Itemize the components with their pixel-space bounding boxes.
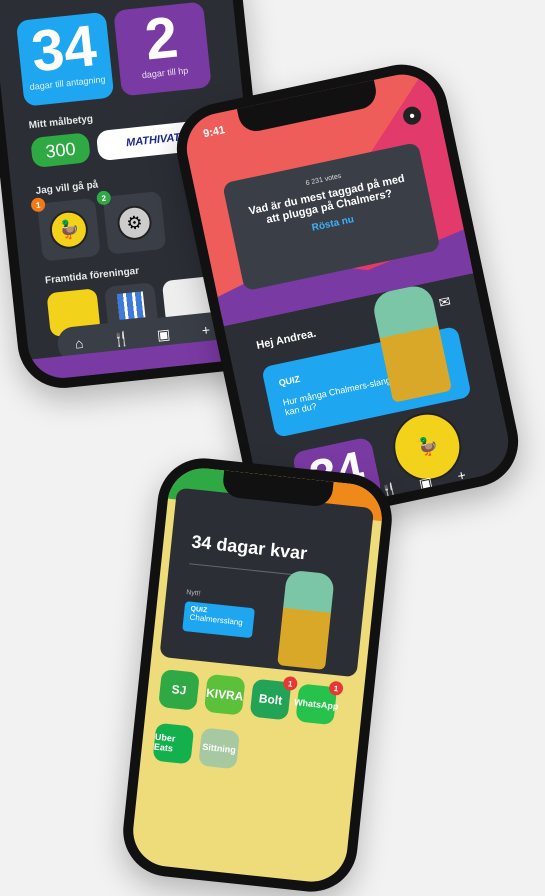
days-to-admission-number: 34	[28, 13, 100, 85]
home-icon[interactable]: ⌂	[63, 334, 95, 353]
greeting: Hej Andrea.	[255, 327, 318, 352]
days-to-hp-number: 2	[141, 4, 181, 73]
goal-grade-label: Mitt målbetyg	[28, 113, 94, 132]
calendar-icon-2[interactable]: ▣	[409, 471, 442, 494]
goal-grade-tile[interactable]: 300	[30, 132, 91, 169]
grid-logo-icon	[116, 291, 146, 320]
mail-icon[interactable]: ✉	[437, 293, 452, 312]
app-badge: 1	[328, 680, 344, 696]
new-label: Nytt!	[185, 589, 201, 598]
app-icon-uber-eats[interactable]: Uber Eats	[152, 722, 195, 765]
phone-bottom-screen: 34 dagar kvar Nytt! QUIZ Chalmersslang S…	[129, 464, 386, 886]
countdown-title: 34 dagar kvar	[190, 531, 309, 564]
goal-grade-value: 300	[44, 138, 77, 162]
going-label: Jag vill gå på	[35, 179, 99, 197]
quiz-tag: QUIZ	[277, 373, 301, 389]
app-icon-sittning[interactable]: Sittning	[198, 727, 241, 770]
school-logo-icon: 🦆	[48, 208, 90, 251]
countdown-card[interactable]: 34 dagar kvar Nytt! QUIZ Chalmersslang	[159, 487, 375, 678]
quiz-chip[interactable]: QUIZ Chalmersslang	[182, 601, 255, 639]
phone-right-screen: 9:41 ● 6 231 votes Vad är du mest taggad…	[180, 67, 515, 523]
shield-logo-icon: ⚙	[115, 204, 154, 242]
food-icon[interactable]: 🍴	[106, 329, 138, 349]
days-to-admission-tile[interactable]: 34 dagar till antagning	[15, 11, 115, 107]
app-icon-sj[interactable]: SJ	[158, 668, 200, 711]
app-badge: 1	[282, 675, 298, 692]
plus-icon-2[interactable]: +	[445, 464, 478, 486]
school-card-2[interactable]: ⚙	[102, 190, 167, 255]
school-card-1[interactable]: 🦆	[37, 197, 101, 262]
student-illustration-icon-2	[277, 569, 335, 671]
future-label: Framtida föreningar	[44, 265, 140, 287]
phone-bottom: 34 dagar kvar Nytt! QUIZ Chalmersslang S…	[118, 453, 397, 896]
days-to-hp-tile[interactable]: 2 dagar till hp	[113, 1, 212, 97]
app-icon-kivra[interactable]: KIVRA	[203, 673, 246, 716]
calendar-icon[interactable]: ▣	[148, 324, 180, 344]
